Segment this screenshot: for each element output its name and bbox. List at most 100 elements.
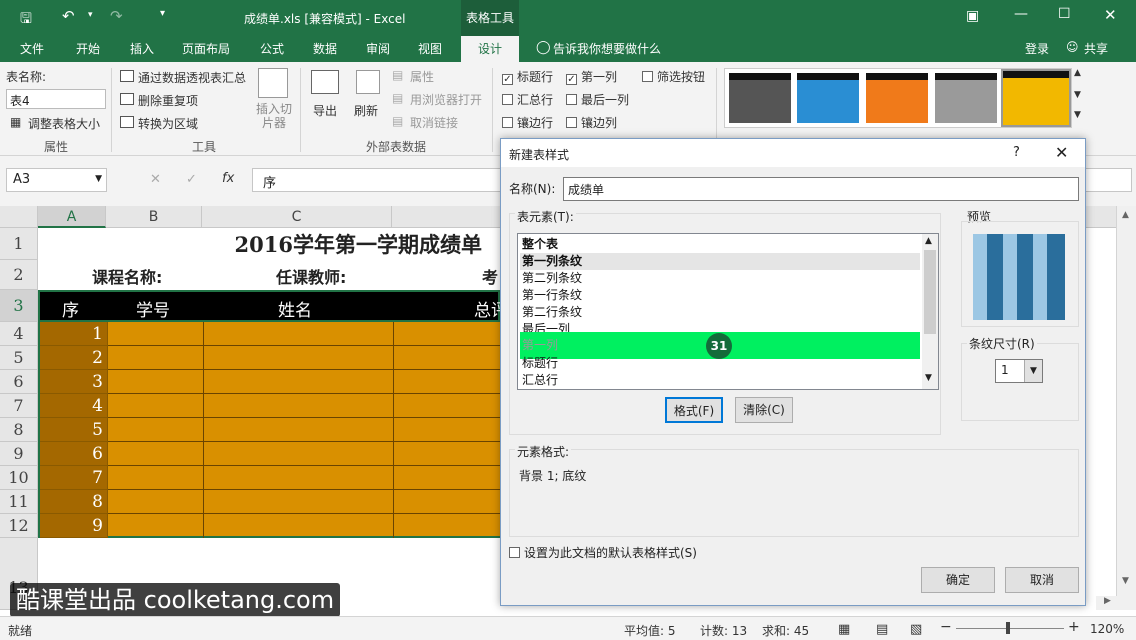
- tab-data[interactable]: 数据: [313, 40, 337, 57]
- seq-cell[interactable]: 1: [40, 322, 108, 346]
- undo-dropdown-icon[interactable]: ▾: [88, 10, 93, 20]
- row-header-2[interactable]: 2: [0, 260, 38, 290]
- table-name-input[interactable]: 表4: [6, 89, 106, 109]
- row-header-3[interactable]: 3: [0, 290, 38, 322]
- scroll-down-icon[interactable]: ▼: [1122, 576, 1129, 586]
- page-break-view-icon[interactable]: ▧: [910, 622, 922, 637]
- name-box[interactable]: A3 ▼: [6, 168, 107, 192]
- table-body[interactable]: 1 2 3 4 5 6 7 8 9: [38, 322, 502, 538]
- login-link[interactable]: 登录: [1025, 40, 1049, 57]
- maximize-icon[interactable]: ☐: [1058, 6, 1071, 22]
- seq-cell[interactable]: 3: [40, 370, 108, 394]
- zoom-slider-thumb[interactable]: [1006, 622, 1010, 634]
- row-header-9[interactable]: 9: [0, 442, 38, 466]
- column-header-c[interactable]: C: [202, 206, 392, 228]
- filter-button-checkbox[interactable]: 筛选按钮: [642, 68, 705, 85]
- normal-view-icon[interactable]: ▦: [838, 622, 850, 637]
- list-scroll-thumb[interactable]: [924, 250, 936, 334]
- enter-icon[interactable]: ✓: [186, 172, 197, 187]
- list-item[interactable]: 整个表: [520, 236, 920, 253]
- list-item[interactable]: 标题行: [520, 355, 920, 372]
- customize-qat-icon[interactable]: ▾: [160, 8, 165, 19]
- banded-columns-checkbox[interactable]: 镶边列: [566, 114, 617, 131]
- seq-cell[interactable]: 7: [40, 466, 108, 490]
- open-in-browser-button[interactable]: 用浏览器打开: [410, 91, 482, 108]
- pivot-summary-button[interactable]: 通过数据透视表汇总: [138, 69, 246, 86]
- tab-home[interactable]: 开始: [76, 40, 100, 57]
- row-header-6[interactable]: 6: [0, 370, 38, 394]
- list-scroll-up-icon[interactable]: ▲: [925, 236, 932, 246]
- share-button[interactable]: 共享: [1084, 40, 1108, 57]
- row-header-10[interactable]: 10: [0, 466, 38, 490]
- tab-formulas[interactable]: 公式: [260, 40, 284, 57]
- properties-button[interactable]: 属性: [410, 68, 434, 85]
- help-button[interactable]: ?: [1013, 145, 1020, 160]
- style-name-input[interactable]: 成绩单: [563, 177, 1079, 201]
- insert-function-icon[interactable]: fx: [222, 171, 234, 186]
- tab-insert[interactable]: 插入: [130, 40, 154, 57]
- list-scroll-down-icon[interactable]: ▼: [925, 373, 932, 383]
- tab-file[interactable]: 文件: [20, 40, 44, 57]
- style-swatch-silver[interactable]: [935, 73, 997, 123]
- ribbon-display-icon[interactable]: ▣: [966, 8, 979, 24]
- tab-design[interactable]: 设计: [461, 36, 519, 62]
- gallery-more-icon[interactable]: ▼: [1074, 110, 1081, 120]
- undo-icon[interactable]: ↶: [62, 7, 75, 25]
- insert-slicer-button[interactable]: 插入切片器: [254, 102, 294, 130]
- list-item[interactable]: 第二行条纹: [520, 304, 920, 321]
- vertical-scrollbar[interactable]: ▲ ▼: [1116, 206, 1136, 596]
- seq-cell[interactable]: 9: [40, 514, 108, 538]
- clear-button[interactable]: 清除(C): [735, 397, 793, 423]
- first-column-checkbox[interactable]: ✓ 第一列: [566, 68, 617, 85]
- row-header-5[interactable]: 5: [0, 346, 38, 370]
- list-item[interactable]: 第二列条纹: [520, 270, 920, 287]
- list-item[interactable]: 第一行条纹: [520, 287, 920, 304]
- zoom-out-icon[interactable]: −: [940, 619, 952, 635]
- column-header-a[interactable]: A: [38, 206, 106, 228]
- scroll-right-icon[interactable]: ▶: [1104, 596, 1111, 606]
- tab-view[interactable]: 视图: [418, 40, 442, 57]
- ok-button[interactable]: 确定: [921, 567, 995, 593]
- row-header-12[interactable]: 12: [0, 514, 38, 538]
- banded-rows-checkbox[interactable]: 镶边行: [502, 114, 553, 131]
- row-header-8[interactable]: 8: [0, 418, 38, 442]
- style-swatch-blue[interactable]: [797, 73, 859, 123]
- export-button[interactable]: 导出: [313, 102, 337, 119]
- save-icon[interactable]: 🖫: [20, 8, 32, 32]
- redo-icon[interactable]: ↷: [110, 7, 123, 25]
- table-styles-gallery[interactable]: [724, 68, 1072, 128]
- zoom-slider[interactable]: [956, 628, 1064, 629]
- seq-cell[interactable]: 4: [40, 394, 108, 418]
- header-row-checkbox[interactable]: ✓ 标题行: [502, 68, 553, 85]
- page-layout-view-icon[interactable]: ▤: [876, 622, 888, 637]
- chevron-down-icon[interactable]: ▼: [1024, 360, 1042, 382]
- style-swatch-gold[interactable]: [1001, 69, 1071, 127]
- close-window-icon[interactable]: ✕: [1104, 6, 1117, 24]
- convert-to-range-button[interactable]: 转换为区域: [138, 115, 198, 132]
- horizontal-scroll-end[interactable]: ▶: [1096, 596, 1136, 610]
- total-row-checkbox[interactable]: 汇总行: [502, 91, 553, 108]
- seq-cell[interactable]: 5: [40, 418, 108, 442]
- select-all-corner[interactable]: [0, 206, 38, 228]
- column-header-b[interactable]: B: [106, 206, 202, 228]
- unlink-button[interactable]: 取消链接: [410, 114, 458, 131]
- row-header-1[interactable]: 1: [0, 228, 38, 260]
- row-header-7[interactable]: 7: [0, 394, 38, 418]
- dialog-close-icon[interactable]: ✕: [1055, 143, 1068, 162]
- seq-cell[interactable]: 2: [40, 346, 108, 370]
- remove-duplicates-button[interactable]: 删除重复项: [138, 92, 198, 109]
- tab-page-layout[interactable]: 页面布局: [182, 40, 230, 57]
- tell-me-box[interactable]: 告诉我你想要做什么: [553, 40, 661, 57]
- list-item[interactable]: 第一列条纹: [520, 253, 920, 270]
- last-column-checkbox[interactable]: 最后一列: [566, 91, 629, 108]
- refresh-button[interactable]: 刷新: [354, 102, 378, 119]
- stripe-size-select[interactable]: 1 ▼: [995, 359, 1043, 383]
- minimize-icon[interactable]: —: [1014, 6, 1028, 22]
- seq-cell[interactable]: 8: [40, 490, 108, 514]
- list-item[interactable]: 汇总行: [520, 372, 920, 389]
- zoom-level[interactable]: 120%: [1090, 622, 1124, 636]
- tab-review[interactable]: 审阅: [366, 40, 390, 57]
- elements-listbox[interactable]: 整个表 第一列条纹 第二列条纹 第一行条纹 第二行条纹 最后一列 第一列 31 …: [517, 233, 939, 390]
- style-swatch-gray[interactable]: [729, 73, 791, 123]
- cancel-button[interactable]: 取消: [1005, 567, 1079, 593]
